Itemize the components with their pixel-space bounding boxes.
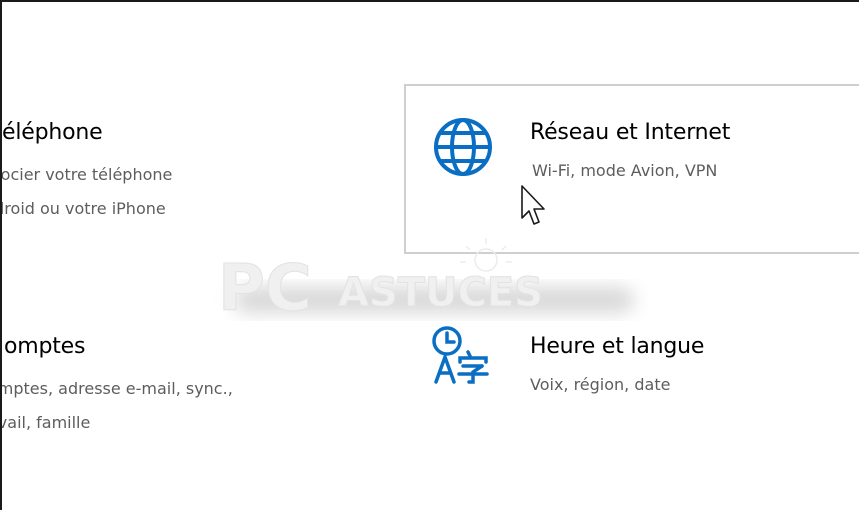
mouse-pointer-icon: [521, 185, 545, 225]
tile-title: Heure et langue: [530, 334, 705, 359]
tile-title: omptes: [4, 334, 86, 359]
settings-window: éléphone ssocier votre téléphone ndroid …: [0, 0, 859, 510]
tile-description: ssocier votre téléphone ndroid ou votre …: [0, 158, 173, 226]
settings-tile-time-language[interactable]: Heure et langue Voix, région, date: [406, 312, 856, 462]
watermark-astuces-text: ASTUCES: [338, 270, 543, 316]
settings-tile-phone[interactable]: éléphone ssocier votre téléphone ndroid …: [0, 102, 284, 252]
tile-description: omptes, adresse e-mail, sync., avail, fa…: [0, 372, 233, 440]
tile-description-line: ndroid ou votre iPhone: [0, 199, 166, 218]
tile-title: Réseau et Internet: [530, 120, 731, 145]
tile-description-line: avail, famille: [2, 413, 91, 432]
tile-description: Voix, région, date: [530, 375, 671, 394]
tile-description: Wi-Fi, mode Avion, VPN: [532, 161, 718, 180]
settings-tile-accounts[interactable]: omptes omptes, adresse e-mail, sync., av…: [0, 312, 344, 462]
time-language-icon: [432, 326, 489, 384]
settings-tile-network[interactable]: Réseau et Internet Wi-Fi, mode Avion, VP…: [404, 84, 859, 254]
globe-icon: [434, 118, 492, 176]
tile-description-line: ssocier votre téléphone: [0, 165, 173, 184]
tile-description-line: omptes, adresse e-mail, sync.,: [0, 379, 233, 398]
tile-title: éléphone: [2, 120, 103, 145]
